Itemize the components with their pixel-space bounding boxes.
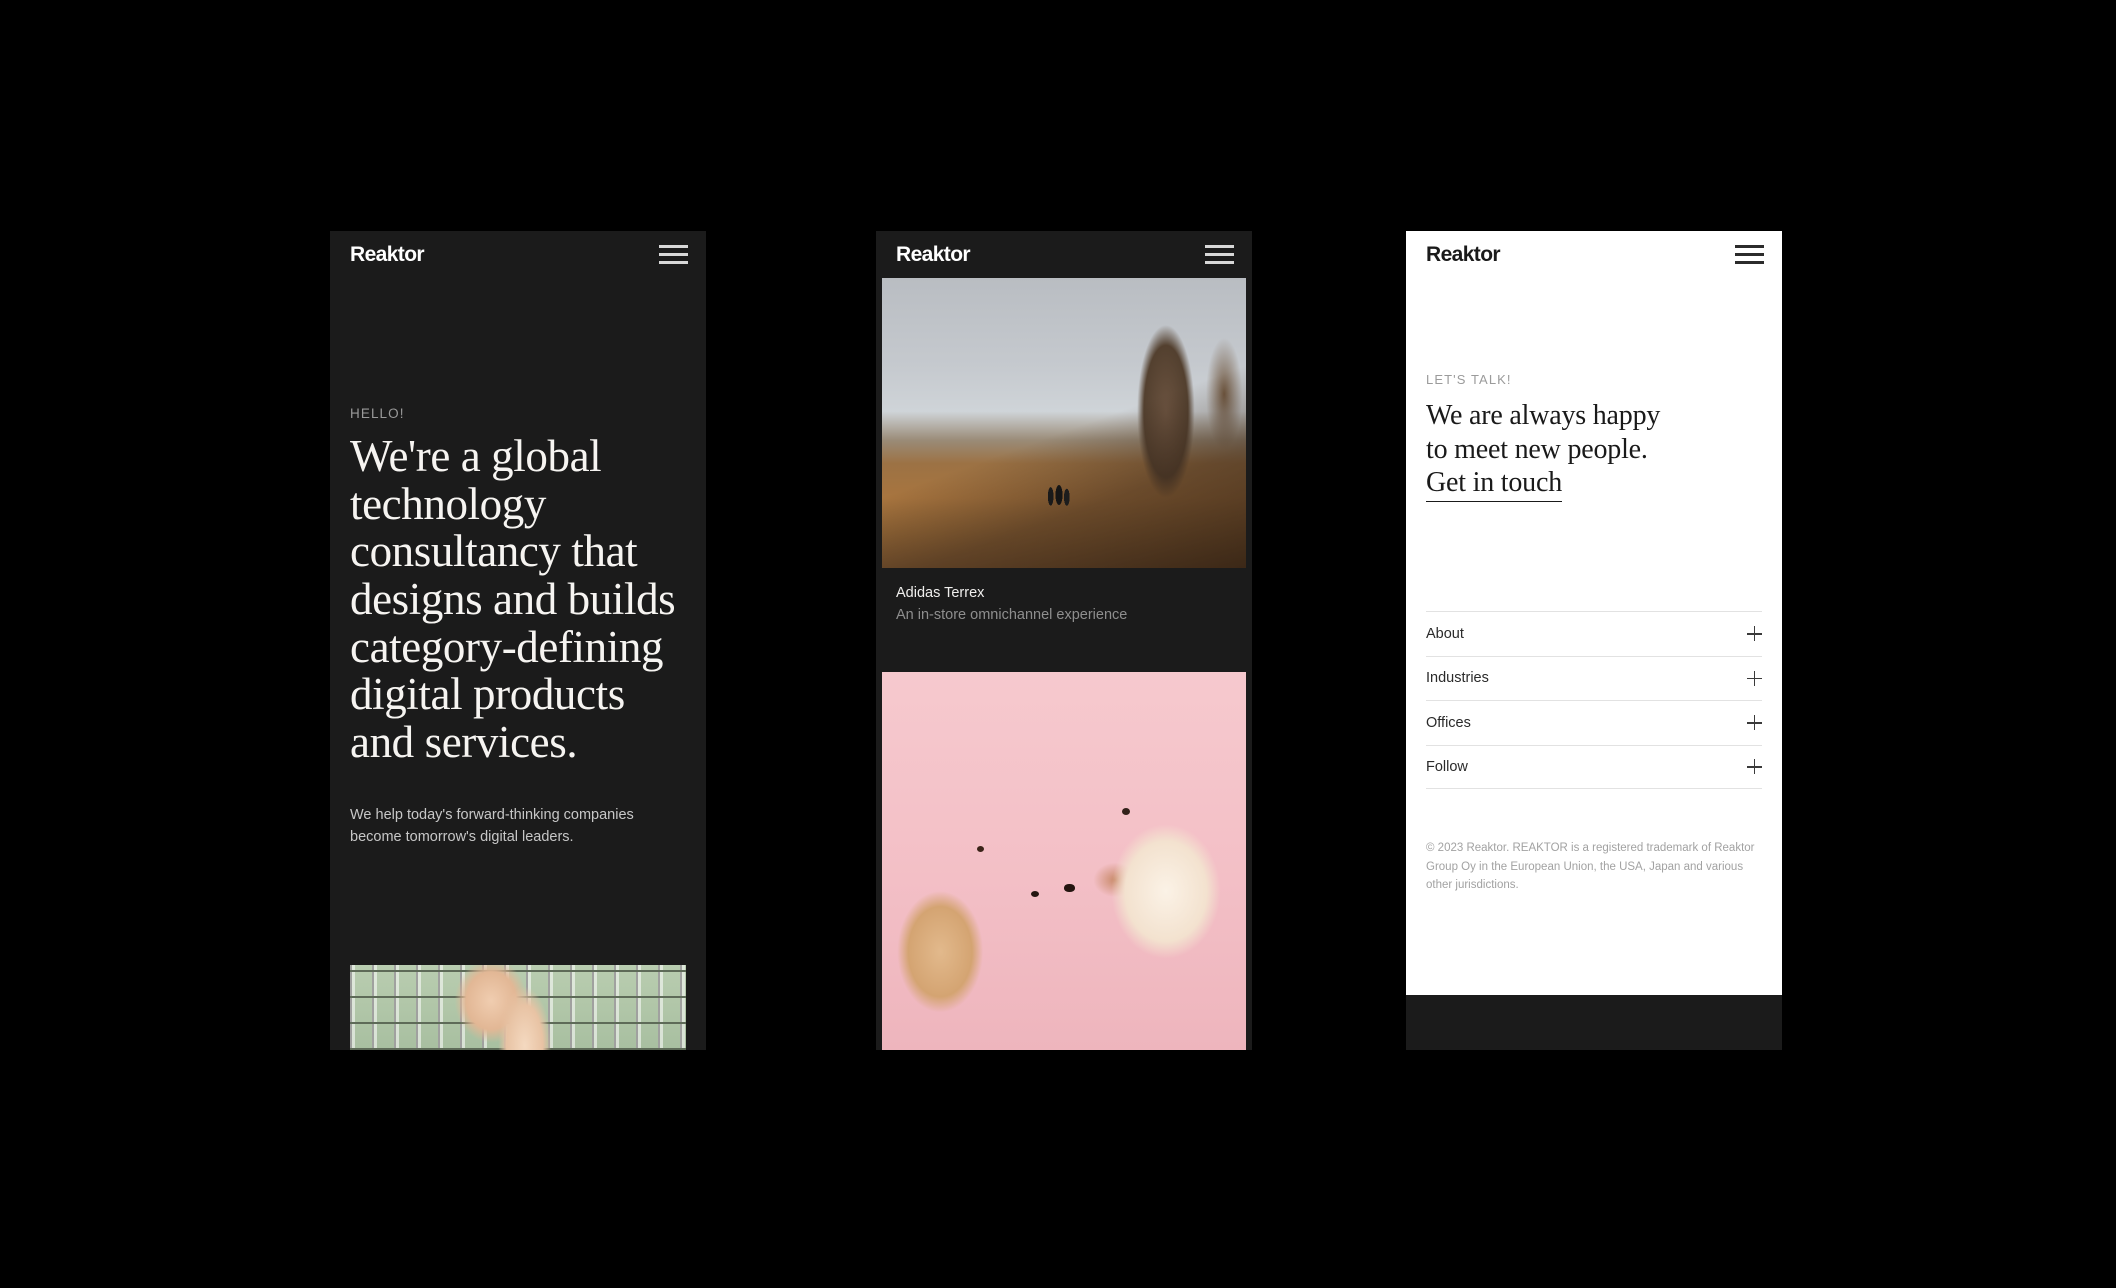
contact-headline-line-1: We are always happy xyxy=(1426,400,1661,431)
dog-left-nose xyxy=(1031,891,1040,898)
menu-line-2 xyxy=(1735,253,1764,256)
menu-line-1 xyxy=(1205,245,1234,248)
phone-mockup-contact: Reaktor LET'S TALK! We are always happy t… xyxy=(1406,231,1782,1050)
footer-accordion: About Industries Offices Follow xyxy=(1426,611,1762,789)
accordion-item-offices[interactable]: Offices xyxy=(1426,700,1762,745)
menu-line-2 xyxy=(1205,253,1234,256)
hero-eyebrow: HELLO! xyxy=(350,406,405,421)
plus-icon[interactable] xyxy=(1747,626,1762,642)
page-background-strip xyxy=(1406,995,1782,1050)
contact-headline-line-2: to meet new people. xyxy=(1426,433,1648,465)
header-bar: Reaktor xyxy=(876,231,1252,278)
accordion-label: Industries xyxy=(1426,670,1489,687)
header-bar: Reaktor xyxy=(1406,231,1782,278)
hamburger-menu-icon[interactable] xyxy=(1205,245,1234,264)
plus-icon[interactable] xyxy=(1747,715,1762,731)
hero-section: HELLO! We're a global technology consult… xyxy=(330,406,706,849)
hero-subcopy: We help today's forward-thinking compani… xyxy=(350,806,634,846)
contact-body: LET'S TALK! We are always happy to meet n… xyxy=(1406,278,1782,502)
contact-panel: Reaktor LET'S TALK! We are always happy t… xyxy=(1406,231,1782,995)
menu-line-3 xyxy=(1735,261,1764,264)
accordion-item-follow[interactable]: Follow xyxy=(1426,744,1762,789)
dog-right-eye xyxy=(1122,808,1131,816)
hamburger-menu-icon[interactable] xyxy=(1735,245,1764,264)
plus-icon[interactable] xyxy=(1747,759,1762,775)
contact-headline: We are always happy to meet new people. Ge… xyxy=(1426,399,1762,502)
accordion-label: Offices xyxy=(1426,714,1471,731)
phone-mockup-work: Reaktor Adidas Terrex An in-store omnich… xyxy=(876,231,1252,1050)
header-bar: Reaktor xyxy=(330,231,706,278)
stadium-seats-photo xyxy=(350,965,686,1050)
plus-icon[interactable] xyxy=(1747,670,1762,686)
accordion-item-industries[interactable]: Industries xyxy=(1426,655,1762,701)
dog-right-nose xyxy=(1064,883,1075,892)
menu-line-3 xyxy=(659,261,688,264)
dog-left-eye xyxy=(976,845,984,852)
screenshot-stage: Reaktor HELLO! We're a global technology… xyxy=(0,0,2116,1288)
reaktor-logo[interactable]: Reaktor xyxy=(896,244,971,265)
mountain-hikers-photo[interactable] xyxy=(882,278,1246,568)
two-dogs-photo[interactable] xyxy=(882,672,1246,1050)
case-card-caption[interactable]: Adidas Terrex An in-store omnichannel ex… xyxy=(896,583,1127,627)
hamburger-menu-icon[interactable] xyxy=(659,245,688,264)
reaktor-logo[interactable]: Reaktor xyxy=(350,244,425,265)
phone-mockup-hero: Reaktor HELLO! We're a global technology… xyxy=(330,231,706,1050)
contact-eyebrow: LET'S TALK! xyxy=(1426,372,1512,387)
menu-line-1 xyxy=(1735,245,1764,248)
accordion-label: Follow xyxy=(1426,758,1468,775)
hero-headline: We're a global technology consultancy th… xyxy=(350,431,676,768)
hikers-figures xyxy=(1045,481,1072,509)
reaktor-logo[interactable]: Reaktor xyxy=(1426,244,1501,265)
menu-line-1 xyxy=(659,245,688,248)
case-subtitle: An in-store omnichannel experience xyxy=(896,606,1128,623)
copyright-text: © 2023 Reaktor. REAKTOR is a registered … xyxy=(1426,842,1755,892)
menu-line-2 xyxy=(659,253,688,256)
menu-line-3 xyxy=(1205,261,1234,264)
case-title: Adidas Terrex xyxy=(896,585,985,601)
accordion-item-about[interactable]: About xyxy=(1426,611,1762,656)
get-in-touch-link[interactable]: Get in touch xyxy=(1426,466,1562,502)
accordion-label: About xyxy=(1426,625,1464,642)
